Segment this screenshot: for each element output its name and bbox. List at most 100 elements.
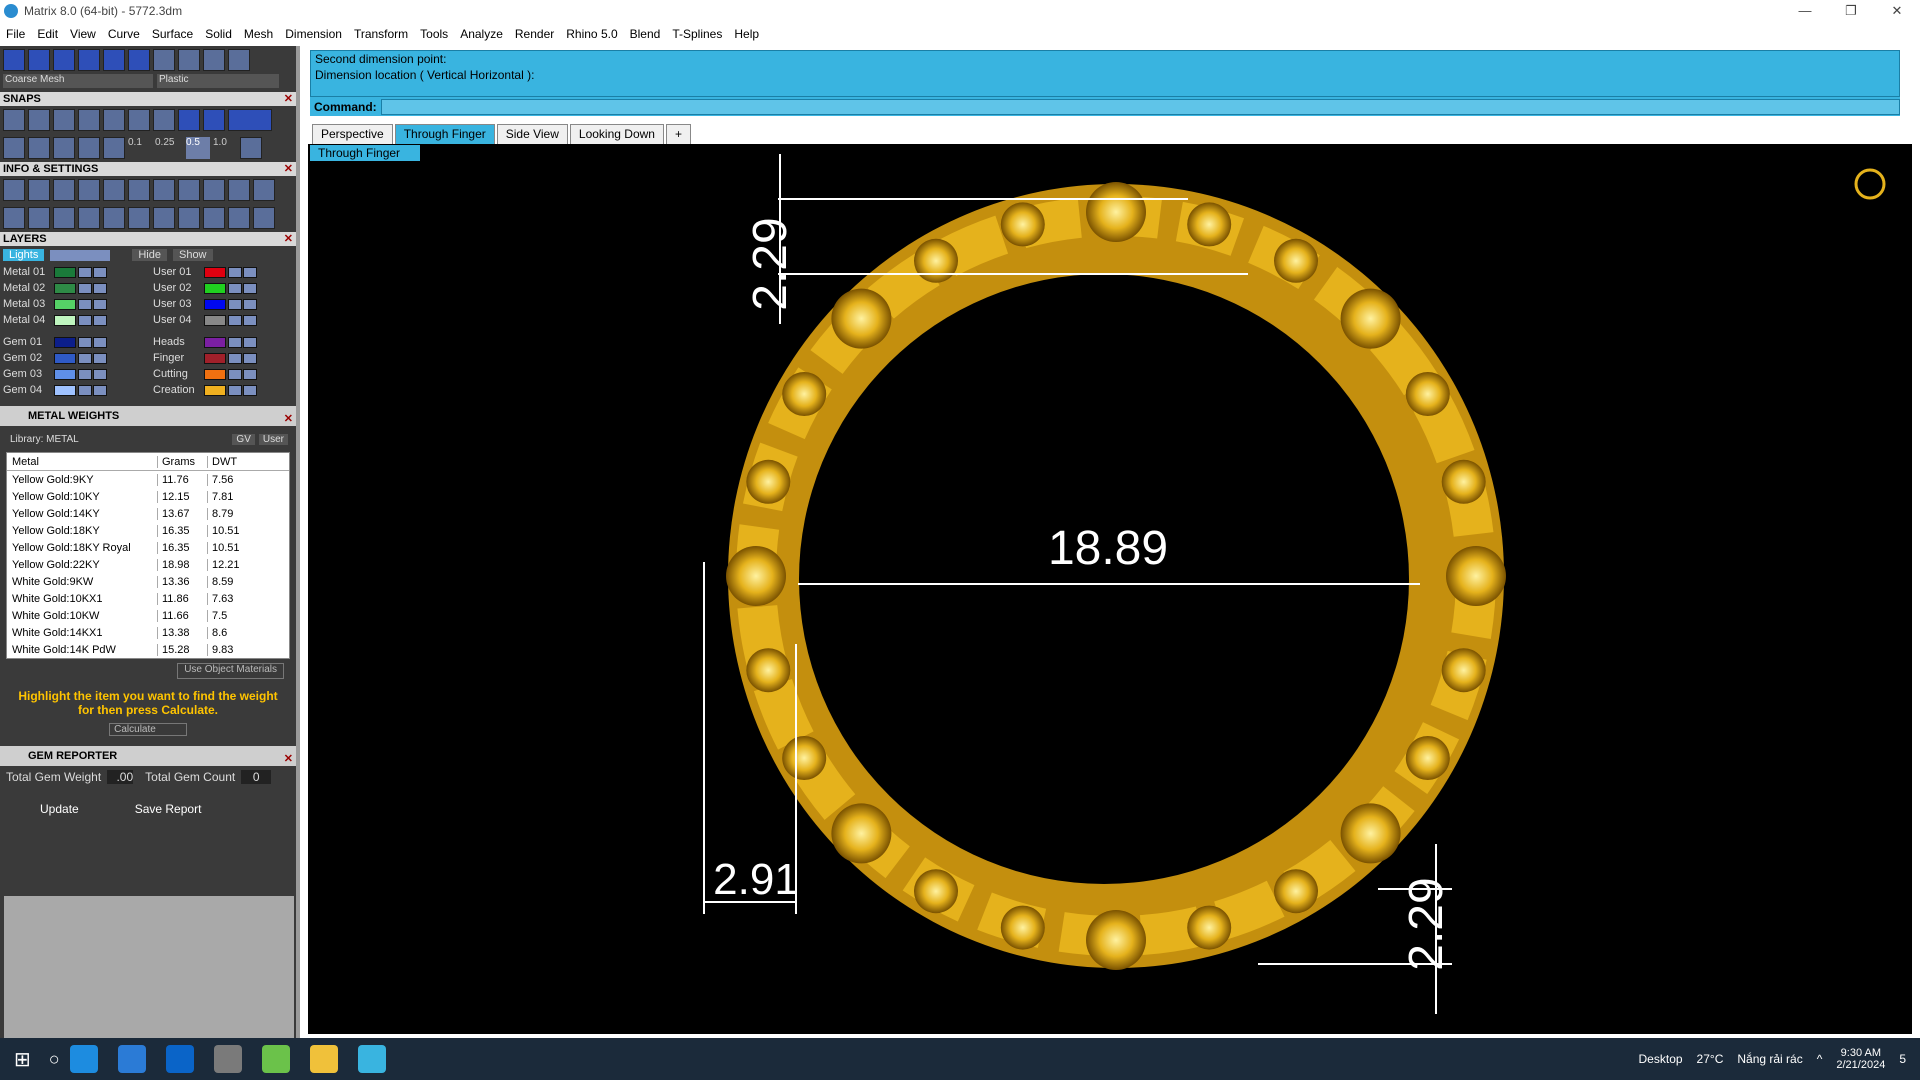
lock-icon[interactable] bbox=[228, 352, 242, 364]
window-icon[interactable] bbox=[28, 207, 50, 229]
weather-description[interactable]: Nắng rải rác bbox=[1737, 1052, 1802, 1066]
desktop-toolbar[interactable]: Desktop bbox=[1639, 1052, 1683, 1066]
shade-icon[interactable] bbox=[53, 49, 75, 71]
environment-icon[interactable] bbox=[103, 49, 125, 71]
hide-button[interactable]: Hide bbox=[132, 249, 167, 261]
minimize-button[interactable]: — bbox=[1782, 3, 1828, 19]
material-dropdown[interactable]: Plastic bbox=[157, 74, 279, 88]
layer-row[interactable]: User 02 bbox=[150, 280, 296, 296]
folder-icon[interactable] bbox=[78, 179, 100, 201]
visibility-icon[interactable] bbox=[243, 266, 257, 278]
menu-curve[interactable]: Curve bbox=[108, 27, 140, 41]
snap-icon[interactable] bbox=[228, 109, 272, 131]
layer-color-swatch[interactable] bbox=[204, 314, 226, 326]
menu-mesh[interactable]: Mesh bbox=[244, 27, 273, 41]
menu-dimension[interactable]: Dimension bbox=[285, 27, 342, 41]
filter-icon[interactable] bbox=[103, 207, 125, 229]
menu-view[interactable]: View bbox=[70, 27, 96, 41]
gem-icon[interactable] bbox=[253, 207, 275, 229]
close-icon[interactable]: ✕ bbox=[284, 232, 293, 246]
add-tab-button[interactable]: + bbox=[665, 124, 691, 144]
sphere-icon[interactable] bbox=[153, 49, 175, 71]
table-row[interactable]: Yellow Gold:9KY 11.76 7.56 bbox=[7, 471, 289, 488]
edge-icon[interactable] bbox=[69, 1045, 98, 1073]
visibility-icon[interactable] bbox=[93, 282, 107, 294]
visibility-icon[interactable] bbox=[93, 298, 107, 310]
snap-icon[interactable] bbox=[53, 109, 75, 131]
grid-icon[interactable] bbox=[240, 137, 262, 159]
lock-icon[interactable] bbox=[228, 298, 242, 310]
layer-color-swatch[interactable] bbox=[54, 368, 76, 380]
close-icon[interactable]: ✕ bbox=[284, 162, 293, 176]
layer-row[interactable]: User 01 bbox=[150, 264, 296, 280]
snap-value[interactable]: 0.5 bbox=[186, 137, 210, 159]
menu-tools[interactable]: Tools bbox=[420, 27, 448, 41]
column-header[interactable]: DWT bbox=[207, 455, 267, 468]
active-app-icon[interactable] bbox=[357, 1045, 386, 1073]
grid-icon[interactable] bbox=[28, 137, 50, 159]
calculate-button[interactable]: Calculate bbox=[109, 723, 187, 736]
layer-color-swatch[interactable] bbox=[204, 368, 226, 380]
column-header[interactable]: Grams bbox=[157, 455, 207, 468]
lock-icon[interactable] bbox=[228, 384, 242, 396]
zoom-icon[interactable] bbox=[28, 179, 50, 201]
visibility-icon[interactable] bbox=[243, 298, 257, 310]
table-row[interactable]: White Gold:9KW 13.36 8.59 bbox=[7, 573, 289, 590]
edit-icon[interactable] bbox=[128, 179, 150, 201]
lock-icon[interactable] bbox=[78, 314, 92, 326]
menu-tsplines[interactable]: T-Splines bbox=[672, 27, 722, 41]
table-row[interactable]: White Gold:10KW 11.66 7.5 bbox=[7, 607, 289, 624]
snap-value[interactable]: 1.0 bbox=[213, 137, 237, 159]
layer-color-swatch[interactable] bbox=[54, 282, 76, 294]
snap-icon[interactable] bbox=[178, 109, 200, 131]
table-row[interactable]: White Gold:10KX1 11.86 7.63 bbox=[7, 590, 289, 607]
weather-temperature[interactable]: 27°C bbox=[1697, 1052, 1724, 1066]
layer-row[interactable]: Metal 03 bbox=[0, 296, 150, 312]
visibility-icon[interactable] bbox=[243, 282, 257, 294]
sphere-icon[interactable] bbox=[228, 49, 250, 71]
layer-color-swatch[interactable] bbox=[204, 352, 226, 364]
transform-icon[interactable] bbox=[203, 179, 225, 201]
tab-looking-down[interactable]: Looking Down bbox=[569, 124, 664, 144]
store-icon[interactable] bbox=[117, 1045, 146, 1073]
layer-color-swatch[interactable] bbox=[204, 384, 226, 396]
layer-row[interactable]: Gem 03 bbox=[0, 366, 150, 382]
lock-icon[interactable] bbox=[228, 282, 242, 294]
layer-color-swatch[interactable] bbox=[54, 352, 76, 364]
gem-icon[interactable] bbox=[228, 207, 250, 229]
layer-row[interactable]: Heads bbox=[150, 334, 296, 350]
tab-perspective[interactable]: Perspective bbox=[312, 124, 393, 144]
menu-render[interactable]: Render bbox=[515, 27, 554, 41]
render-icon[interactable] bbox=[78, 49, 100, 71]
gv-toggle[interactable]: GV bbox=[232, 433, 255, 445]
table-row[interactable]: Yellow Gold:18KY Royal 16.35 10.51 bbox=[7, 539, 289, 556]
tab-through-finger[interactable]: Through Finger bbox=[394, 124, 495, 144]
grid-icon[interactable] bbox=[103, 137, 125, 159]
column-header[interactable]: Metal bbox=[7, 456, 157, 468]
layer-row[interactable]: User 04 bbox=[150, 312, 296, 328]
gem-icon[interactable] bbox=[203, 207, 225, 229]
lock-icon[interactable] bbox=[228, 336, 242, 348]
lock-icon[interactable] bbox=[78, 336, 92, 348]
lock-icon[interactable] bbox=[78, 352, 92, 364]
mesh-dropdown[interactable]: Coarse Mesh bbox=[3, 74, 153, 88]
ring-model[interactable] bbox=[726, 182, 1506, 970]
menu-rhino[interactable]: Rhino 5.0 bbox=[566, 27, 617, 41]
lock-icon[interactable] bbox=[228, 368, 242, 380]
layer-row[interactable]: Metal 04 bbox=[0, 312, 150, 328]
lights-swatch[interactable] bbox=[50, 249, 111, 261]
lock-icon[interactable] bbox=[78, 298, 92, 310]
menu-help[interactable]: Help bbox=[734, 27, 759, 41]
menu-solid[interactable]: Solid bbox=[205, 27, 232, 41]
layer-color-swatch[interactable] bbox=[204, 298, 226, 310]
settings-icon[interactable] bbox=[3, 179, 25, 201]
move-icon[interactable] bbox=[28, 49, 50, 71]
preview-icon[interactable] bbox=[128, 49, 150, 71]
visibility-icon[interactable] bbox=[93, 266, 107, 278]
snap-icon[interactable] bbox=[128, 109, 150, 131]
mail-icon[interactable] bbox=[165, 1045, 194, 1073]
document-icon[interactable] bbox=[153, 207, 175, 229]
layer-row[interactable]: Finger bbox=[150, 350, 296, 366]
wireframe-icon[interactable] bbox=[3, 49, 25, 71]
grid-icon[interactable] bbox=[3, 137, 25, 159]
